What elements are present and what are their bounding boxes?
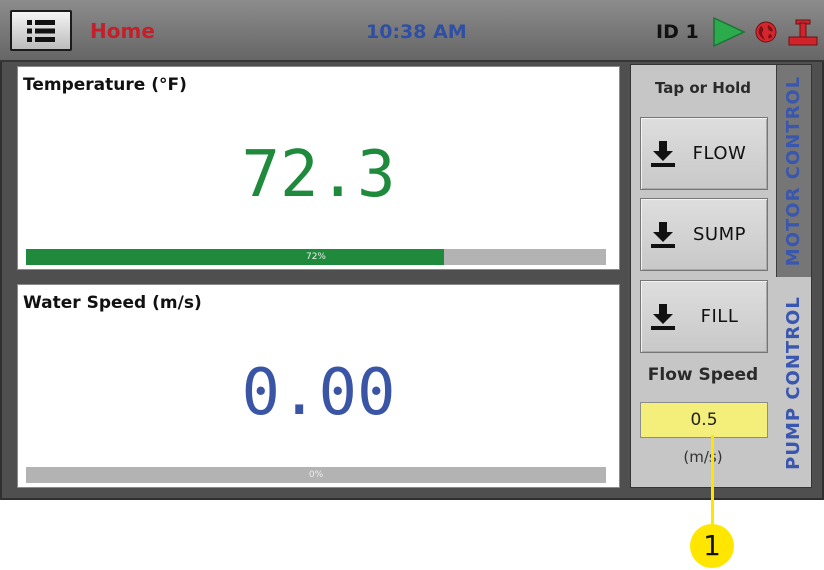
- valve-icon: [788, 19, 818, 46]
- callout-marker: 1: [690, 524, 734, 568]
- play-icon: [713, 16, 746, 48]
- sump-button-label: SUMP: [693, 224, 746, 245]
- water-speed-title: Water Speed (m/s): [23, 293, 202, 313]
- water-speed-value: 0.00: [241, 356, 396, 430]
- tab-pump-control-label: PUMP CONTROL: [782, 295, 804, 470]
- water-speed-progress-bar: 0%: [26, 467, 606, 483]
- temperature-panel: Temperature (°F) 72.3 72%: [17, 66, 620, 270]
- water-speed-panel: Water Speed (m/s) 0.00 0%: [17, 284, 620, 488]
- download-arrow-icon: [651, 221, 675, 248]
- clock: 10:38 AM: [366, 21, 467, 43]
- flow-button-label: FLOW: [692, 143, 747, 164]
- tab-pump-control[interactable]: PUMP CONTROL: [776, 278, 811, 487]
- flow-speed-label: Flow Speed: [647, 365, 759, 385]
- tap-or-hold-heading: Tap or Hold: [654, 79, 752, 97]
- flow-speed-unit: (m/s): [683, 448, 723, 466]
- fill-button[interactable]: FILL: [640, 280, 768, 353]
- hmi-screen: Home 10:38 AM ID 1 Temperature (°F) 72.3…: [0, 0, 824, 500]
- pump-control-panel: Tap or Hold FLOW SUMP FILL Flow Speed 0.…: [630, 64, 812, 488]
- menu-button[interactable]: [10, 10, 72, 51]
- page-title: Home: [90, 19, 155, 43]
- menu-icon: [27, 19, 55, 42]
- download-arrow-icon: [651, 140, 675, 167]
- tab-motor-control[interactable]: MOTOR CONTROL: [776, 65, 811, 277]
- fill-button-label: FILL: [700, 306, 739, 327]
- device-id: ID 1: [656, 21, 699, 43]
- water-speed-progress-label: 0%: [308, 470, 324, 480]
- globe-icon: [755, 21, 777, 43]
- tab-motor-control-label: MOTOR CONTROL: [783, 75, 804, 267]
- download-arrow-icon: [651, 303, 675, 330]
- sump-button[interactable]: SUMP: [640, 198, 768, 271]
- flow-speed-input[interactable]: 0.5: [640, 402, 768, 438]
- callout-leader-line: [711, 435, 714, 527]
- flow-button[interactable]: FLOW: [640, 117, 768, 190]
- temperature-title: Temperature (°F): [23, 75, 187, 95]
- temperature-progress-bar: 72%: [26, 249, 606, 265]
- temperature-progress-label: 72%: [305, 252, 326, 262]
- top-bar: Home 10:38 AM ID 1: [0, 0, 824, 62]
- temperature-value: 72.3: [241, 138, 396, 212]
